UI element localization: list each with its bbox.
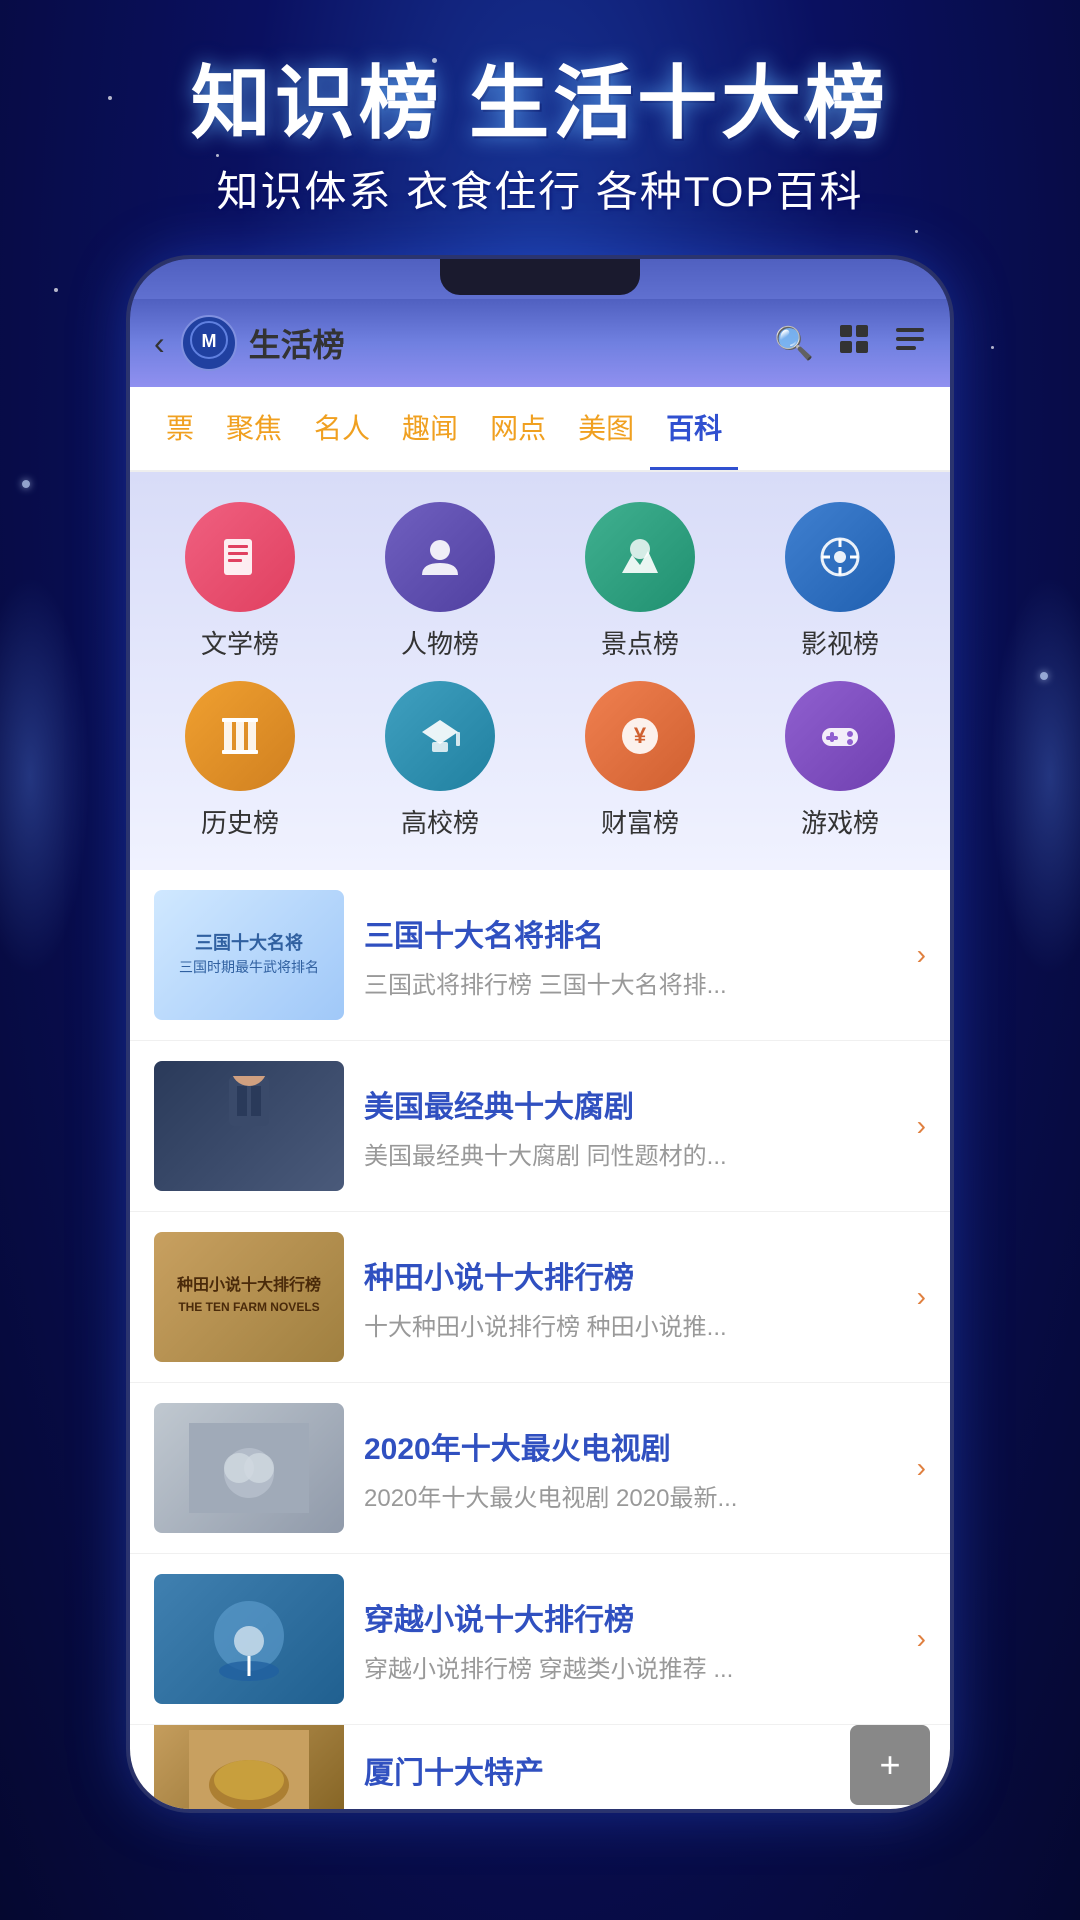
desc-2: 十大种田小说排行榜 种田小说推...	[364, 1307, 897, 1342]
content-4: 穿越小说十大排行榜 穿越小说排行榜 穿越类小说推荐 ...	[364, 1595, 897, 1684]
title-1: 美国最经典十大腐剧	[364, 1082, 897, 1126]
thumb-3	[154, 1403, 344, 1533]
svg-text:M: M	[201, 331, 216, 351]
tab-mingren[interactable]: 名人	[298, 387, 386, 470]
thumb-5	[154, 1725, 344, 1809]
college-icon	[385, 681, 495, 791]
film-icon	[785, 502, 895, 612]
fab-button[interactable]: +	[850, 1725, 930, 1805]
list-item-3[interactable]: 2020年十大最火电视剧 2020年十大最火电视剧 2020最新... ›	[130, 1383, 950, 1554]
list-item-0[interactable]: 三国十大名将三国时期最牛武将排名 三国十大名将排名 三国武将排行榜 三国十大名将…	[130, 870, 950, 1041]
tab-bar: 票 聚焦 名人 趣闻 网点 美图 百科	[130, 387, 950, 472]
search-icon[interactable]: 🔍	[774, 324, 814, 362]
thumb-0: 三国十大名将三国时期最牛武将排名	[154, 890, 344, 1020]
list-item-5[interactable]: 厦门十大特产 ›	[130, 1725, 950, 1809]
arrow-0: ›	[917, 939, 926, 971]
content-0: 三国十大名将排名 三国武将排行榜 三国十大名将排...	[364, 911, 897, 1000]
tab-meitu[interactable]: 美图	[562, 387, 650, 470]
content-1: 美国最经典十大腐剧 美国最经典十大腐剧 同性题材的...	[364, 1082, 897, 1171]
thumb-4	[154, 1574, 344, 1704]
arrow-3: ›	[917, 1452, 926, 1484]
category-person[interactable]: 人物榜	[350, 502, 530, 661]
thumb-2: 种田小说十大排行榜THE TEN FARM NOVELS	[154, 1232, 344, 1362]
desc-4: 穿越小说排行榜 穿越类小说推荐 ...	[364, 1649, 897, 1684]
category-game[interactable]: 游戏榜	[750, 681, 930, 840]
tab-piao[interactable]: 票	[150, 387, 210, 470]
wealth-label: 财富榜	[601, 803, 679, 840]
title-3: 2020年十大最火电视剧	[364, 1424, 897, 1468]
title-5: 厦门十大特产	[364, 1748, 897, 1792]
svg-text:¥: ¥	[634, 723, 647, 748]
list-item-1[interactable]: 美国最经典十大腐剧 美国最经典十大腐剧 同性题材的... ›	[130, 1041, 950, 1212]
wealth-icon: ¥	[585, 681, 695, 791]
nav-bar: ‹ M 生活榜 🔍	[130, 299, 950, 387]
list-section: 三国十大名将三国时期最牛武将排名 三国十大名将排名 三国武将排行榜 三国十大名将…	[130, 870, 950, 1809]
category-film[interactable]: 影视榜	[750, 502, 930, 661]
back-button[interactable]: ‹	[154, 325, 165, 362]
film-label: 影视榜	[801, 624, 879, 661]
scenery-icon	[585, 502, 695, 612]
desc-1: 美国最经典十大腐剧 同性题材的...	[364, 1136, 897, 1171]
arrow-2: ›	[917, 1281, 926, 1313]
category-grid: 文学榜 人物榜 景点榜 影视榜	[150, 502, 930, 840]
page-main-title: 知识榜 生活十大榜	[0, 60, 1080, 148]
tab-baike[interactable]: 百科	[650, 387, 738, 470]
title-4: 穿越小说十大排行榜	[364, 1595, 897, 1639]
logo-text: M	[189, 320, 229, 366]
history-icon	[185, 681, 295, 791]
list-item-2[interactable]: 种田小说十大排行榜THE TEN FARM NOVELS 种田小说十大排行榜 十…	[130, 1212, 950, 1383]
grid-icon[interactable]	[838, 323, 870, 363]
category-section: 文学榜 人物榜 景点榜 影视榜	[130, 472, 950, 870]
tab-quwen[interactable]: 趣闻	[386, 387, 474, 470]
page-subtitle: 知识体系 衣食住行 各种TOP百科	[0, 158, 1080, 219]
list-item-4[interactable]: 穿越小说十大排行榜 穿越小说排行榜 穿越类小说推荐 ... ›	[130, 1554, 950, 1725]
category-history[interactable]: 历史榜	[150, 681, 330, 840]
history-label: 历史榜	[201, 803, 279, 840]
category-wealth[interactable]: ¥ 财富榜	[550, 681, 730, 840]
content-3: 2020年十大最火电视剧 2020年十大最火电视剧 2020最新...	[364, 1424, 897, 1513]
category-literature[interactable]: 文学榜	[150, 502, 330, 661]
tab-jujiao[interactable]: 聚焦	[210, 387, 298, 470]
person-label: 人物榜	[401, 624, 479, 661]
content-5: 厦门十大特产	[364, 1748, 897, 1802]
thumb-1	[154, 1061, 344, 1191]
college-label: 高校榜	[401, 803, 479, 840]
desc-3: 2020年十大最火电视剧 2020最新...	[364, 1478, 897, 1513]
title-0: 三国十大名将排名	[364, 911, 897, 955]
content-2: 种田小说十大排行榜 十大种田小说排行榜 种田小说推...	[364, 1253, 897, 1342]
top-icon-group: 🔍	[774, 323, 926, 363]
person-icon	[385, 502, 495, 612]
desc-0: 三国武将排行榜 三国十大名将排...	[364, 965, 897, 1000]
arrow-1: ›	[917, 1110, 926, 1142]
title-2: 种田小说十大排行榜	[364, 1253, 897, 1297]
list-icon[interactable]	[894, 323, 926, 363]
literature-label: 文学榜	[201, 624, 279, 661]
game-icon	[785, 681, 895, 791]
category-scenery[interactable]: 景点榜	[550, 502, 730, 661]
logo: M	[181, 315, 237, 371]
literature-icon	[185, 502, 295, 612]
tab-wangdian[interactable]: 网点	[474, 387, 562, 470]
scenery-label: 景点榜	[601, 624, 679, 661]
game-label: 游戏榜	[801, 803, 879, 840]
nav-title: 生活榜	[249, 320, 775, 366]
category-college[interactable]: 高校榜	[350, 681, 530, 840]
arrow-4: ›	[917, 1623, 926, 1655]
phone-container: ‹ M 生活榜 🔍	[130, 259, 950, 1809]
